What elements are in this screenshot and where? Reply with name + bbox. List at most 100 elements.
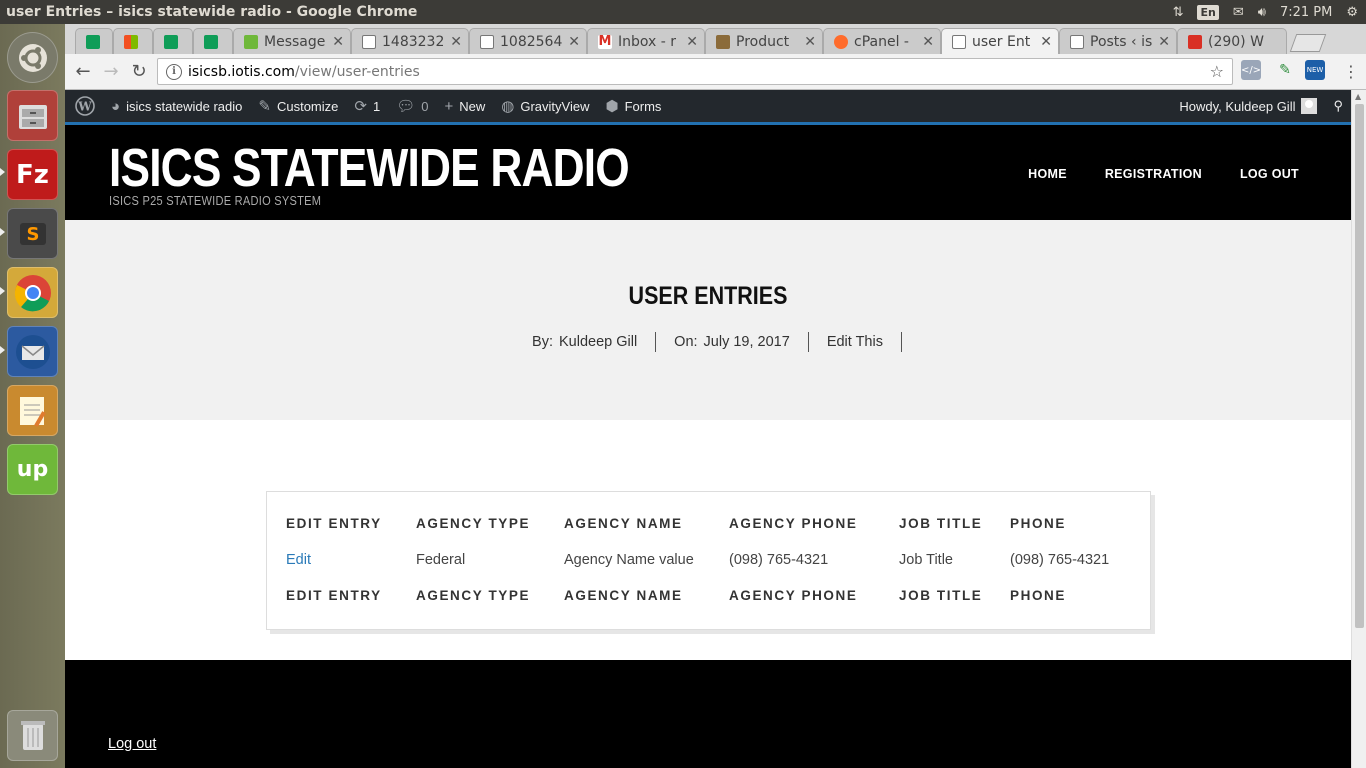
on-label: On: (674, 334, 698, 350)
trash-icon[interactable] (7, 710, 58, 761)
agency-type-cell: Federal (416, 552, 466, 568)
author-name[interactable]: Kuldeep Gill (559, 334, 637, 350)
settings-gear-icon[interactable]: ⚙ (1346, 5, 1358, 20)
close-icon[interactable]: ✕ (804, 34, 816, 50)
scrollbar-thumb[interactable] (1355, 104, 1364, 628)
tab[interactable]: 1483232 ✕ (351, 28, 469, 54)
site-title[interactable]: ISICS STATEWIDE RADIO (109, 137, 630, 199)
address-bar[interactable]: i isicsb.iotis.com/view/user-entries ☆ (157, 58, 1233, 85)
filezilla-icon[interactable]: Fz (7, 149, 58, 200)
new-content-menu[interactable]: + New (436, 90, 493, 122)
tab-label: Inbox - r (618, 33, 677, 50)
my-account-menu[interactable]: Howdy, Kuldeep Gill (1171, 90, 1325, 122)
close-icon[interactable]: ✕ (1040, 34, 1052, 50)
tab[interactable]: 1082564 ✕ (469, 28, 587, 54)
text-editor-icon[interactable] (7, 385, 58, 436)
sublime-text-icon[interactable]: S (7, 208, 58, 259)
code-extension-icon[interactable]: </> (1241, 60, 1261, 80)
new-extension-icon[interactable]: NEW (1305, 60, 1325, 80)
info-icon[interactable]: i (166, 63, 182, 80)
wp-admin-bar-right: Howdy, Kuldeep Gill ⚲ (1171, 90, 1351, 122)
volume-icon[interactable]: 🔊︎ (1258, 5, 1266, 20)
edit-entry-cell: Edit (286, 552, 311, 568)
system-top-panel: user Entries – isics statewide radio - G… (0, 0, 1366, 24)
url-host: isicsb.iotis.com (188, 63, 295, 80)
close-icon[interactable]: ✕ (686, 34, 698, 50)
edit-this-link[interactable]: Edit This (809, 332, 902, 352)
clock[interactable]: 7:21 PM (1280, 5, 1332, 20)
tab-active[interactable]: user Ent ✕ (941, 28, 1059, 54)
tab[interactable] (153, 28, 193, 54)
customize-menu[interactable]: ✎ Customize (250, 90, 346, 122)
close-icon[interactable]: ✕ (1158, 34, 1170, 50)
running-indicator (0, 346, 5, 354)
post-author: By: Kuldeep Gill (514, 332, 657, 352)
new-tab-button[interactable] (1289, 34, 1327, 52)
updates-icon: ⟳ (354, 98, 367, 115)
bookmark-star-icon[interactable]: ☆ (1210, 62, 1224, 81)
running-indicator (0, 287, 5, 295)
browser-chrome: Message ✕ 1483232 ✕ 1082564 ✕ M Inbox - r ✕ P… (65, 24, 1366, 90)
tab-label: Message (264, 33, 326, 50)
page-scrollbar[interactable]: ▲ (1351, 90, 1366, 768)
tab[interactable] (193, 28, 233, 54)
column-header: AGENCY NAME (564, 516, 683, 531)
wordpress-logo-icon[interactable]: W (65, 90, 103, 122)
close-icon[interactable]: ✕ (922, 34, 934, 50)
agency-phone-cell: (098) 765-4321 (729, 552, 829, 568)
windows-icon (124, 34, 138, 49)
menu-icon[interactable]: ⋮ (1343, 62, 1359, 81)
tab-label: (290) W (1208, 33, 1264, 50)
tab[interactable]: (290) W (1177, 28, 1287, 54)
upwork-icon[interactable]: up (7, 444, 58, 495)
forms-menu[interactable]: ⬢ Forms (597, 90, 669, 122)
tab-label: 1483232 (382, 33, 445, 50)
keyboard-layout-indicator[interactable]: En (1197, 4, 1219, 20)
column-header: AGENCY TYPE (416, 516, 531, 531)
close-icon[interactable]: ✕ (450, 34, 462, 50)
back-arrow-icon[interactable]: ← (69, 61, 97, 82)
reload-icon[interactable]: ↻ (125, 61, 153, 82)
footer-logout-link[interactable]: Log out (108, 736, 156, 752)
date-value: July 19, 2017 (703, 334, 790, 350)
nav-item-home[interactable]: HOME (1028, 167, 1067, 181)
network-icon[interactable]: ⇅ (1173, 5, 1184, 20)
search-icon[interactable]: ⚲ (1325, 90, 1351, 122)
tab[interactable]: Message ✕ (233, 28, 351, 54)
nav-item-log-out[interactable]: LOG OUT (1240, 167, 1299, 181)
scroll-up-arrow-icon[interactable]: ▲ (1355, 92, 1361, 101)
chrome-icon[interactable] (7, 267, 58, 318)
tab[interactable]: M Inbox - r ✕ (587, 28, 705, 54)
tab[interactable]: Posts ‹ is ✕ (1059, 28, 1177, 54)
close-icon[interactable]: ✕ (332, 34, 344, 50)
forward-arrow-icon[interactable]: → (97, 61, 125, 82)
comments-menu[interactable]: 💬︎ 0 (388, 90, 436, 122)
tab-label: 1082564 (500, 33, 563, 50)
eyedropper-extension-icon[interactable]: ✎ (1275, 60, 1295, 80)
column-footer: JOB TITLE (899, 588, 983, 603)
close-icon[interactable]: ✕ (568, 34, 580, 50)
sheets-icon (86, 34, 100, 49)
gravityview-menu[interactable]: ◍ GravityView (493, 90, 597, 122)
running-indicator (0, 168, 5, 176)
updates-menu[interactable]: ⟳ 1 (346, 90, 388, 122)
ubuntu-dash-icon[interactable] (7, 32, 58, 83)
browser-toolbar: ← → ↻ i isicsb.iotis.com/view/user-entri… (65, 54, 1366, 90)
gravityview-icon: ◍ (501, 98, 515, 115)
main-navigation: HOME REGISTRATION LOG OUT (1028, 167, 1299, 181)
thunderbird-icon[interactable] (7, 326, 58, 377)
tab[interactable]: Product ✕ (705, 28, 823, 54)
document-icon (1070, 34, 1084, 49)
mail-icon[interactable]: ✉ (1233, 5, 1244, 20)
edit-entry-link[interactable]: Edit (286, 552, 311, 568)
tab[interactable] (113, 28, 153, 54)
site-name-label: isics statewide radio (126, 98, 243, 114)
tab[interactable] (75, 28, 113, 54)
files-icon[interactable] (7, 90, 58, 141)
tab[interactable]: cPanel - ✕ (823, 28, 941, 54)
nav-item-registration[interactable]: REGISTRATION (1105, 167, 1202, 181)
site-name-menu[interactable]: ◕ isics statewide radio (103, 90, 250, 122)
comment-icon: 💬︎ (396, 98, 416, 115)
howdy-label: Howdy, Kuldeep Gill (1179, 98, 1296, 114)
tab-label: user Ent (972, 33, 1031, 50)
